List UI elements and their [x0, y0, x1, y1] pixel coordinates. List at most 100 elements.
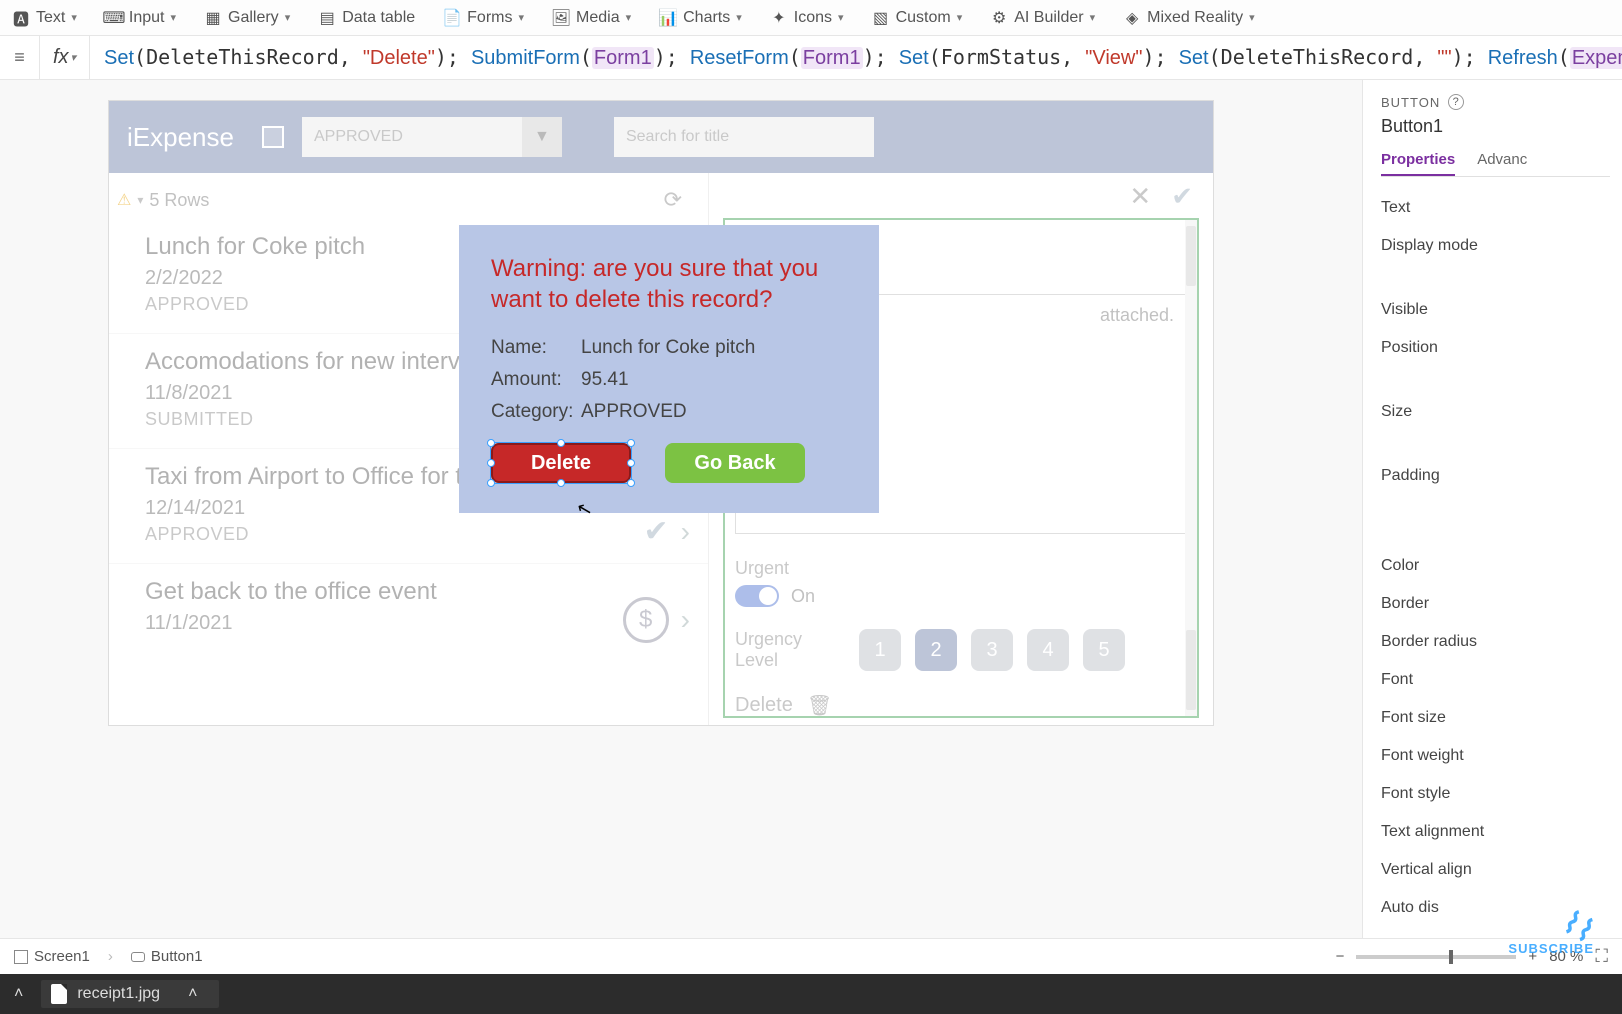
ribbon-forms[interactable]: 📄Forms▾: [443, 9, 524, 27]
properties-panel: BUTTON? Button1 Properties Advanc Text D…: [1362, 80, 1622, 938]
chevron-down-icon: ▾: [838, 11, 844, 24]
warning-text: Warning: are you sure that you want to d…: [491, 253, 847, 315]
prop-text[interactable]: Text: [1381, 189, 1610, 227]
prop-color[interactable]: Color: [1381, 547, 1610, 585]
scrollbar[interactable]: [1185, 220, 1197, 716]
ribbon-media[interactable]: 🖼Media▾: [552, 9, 631, 27]
charts-icon: 📊: [659, 9, 677, 27]
ribbon-custom[interactable]: ▧Custom▾: [872, 9, 963, 27]
delete-button[interactable]: Delete: [491, 443, 631, 483]
chevron-down-icon: ▾: [518, 11, 524, 24]
zoom-out-icon[interactable]: −: [1336, 948, 1345, 965]
ribbon-icons[interactable]: ✦Icons▾: [770, 9, 844, 27]
urgent-value: On: [791, 586, 815, 607]
breadcrumb-button[interactable]: Button1: [131, 948, 203, 965]
dollar-icon[interactable]: $: [623, 597, 669, 643]
urgent-label: Urgent: [735, 558, 1187, 579]
help-icon[interactable]: ?: [1448, 94, 1464, 110]
ribbon-charts[interactable]: 📊Charts▾: [659, 9, 742, 27]
name-value: Lunch for Coke pitch: [581, 337, 755, 359]
urgency-level-2[interactable]: 2: [915, 629, 957, 671]
urgency-level-5[interactable]: 5: [1083, 629, 1125, 671]
chevron-down-icon: ▾: [626, 11, 632, 24]
chevron-up-icon[interactable]: ˄: [188, 985, 197, 1003]
screen-icon: [14, 950, 28, 964]
taskbar: ˄ receipt1.jpg ˄: [0, 974, 1622, 1014]
rows-count: 5 Rows: [149, 190, 209, 211]
delete-confirm-dialog: Warning: are you sure that you want to d…: [459, 225, 879, 513]
check-icon[interactable]: ✔: [1171, 181, 1193, 212]
item-date: 11/1/2021: [145, 612, 690, 635]
chevron-down-icon: ▾: [71, 11, 77, 24]
amount-value: 95.41: [581, 369, 629, 391]
table-icon: ▤: [318, 9, 336, 27]
urgent-toggle[interactable]: [735, 585, 779, 607]
prop-size[interactable]: Size: [1381, 393, 1610, 431]
warning-icon: ⚠: [117, 190, 131, 210]
ribbon-mixed-reality[interactable]: ◈Mixed Reality▾: [1123, 9, 1255, 27]
delete-button-label: Delete: [531, 452, 591, 475]
text-icon: 🅰: [12, 9, 30, 27]
button-icon: [131, 952, 145, 962]
mr-icon: ◈: [1123, 9, 1141, 27]
chevron-down-icon: ▾: [957, 11, 963, 24]
prop-vertical-align[interactable]: Vertical align: [1381, 851, 1610, 889]
refresh-icon[interactable]: ⟳: [664, 187, 682, 213]
fx-label[interactable]: fx▾: [40, 36, 90, 79]
go-back-button-label: Go Back: [694, 452, 775, 475]
tab-advanced[interactable]: Advanc: [1477, 151, 1527, 176]
delete-label: Delete: [735, 694, 793, 717]
taskbar-file[interactable]: receipt1.jpg ˄: [41, 980, 219, 1008]
dropdown-value: APPROVED: [314, 128, 403, 146]
tab-properties[interactable]: Properties: [1381, 151, 1455, 176]
prop-border[interactable]: Border: [1381, 585, 1610, 623]
chevron-right-icon[interactable]: ›: [681, 516, 690, 548]
urgency-level-1[interactable]: 1: [859, 629, 901, 671]
formula-expand-icon[interactable]: ≡: [0, 36, 40, 79]
check-icon[interactable]: ✔: [644, 514, 669, 549]
urgency-level-3[interactable]: 3: [971, 629, 1013, 671]
urgency-label: Urgency Level: [735, 629, 845, 671]
chevron-right-icon[interactable]: ›: [681, 604, 690, 636]
object-name: Button1: [1381, 116, 1610, 137]
prop-padding[interactable]: Padding: [1381, 457, 1610, 495]
ribbon-gallery[interactable]: ▦Gallery▾: [204, 9, 290, 27]
fullscreen-icon[interactable]: ⛶: [1595, 946, 1608, 967]
status-dropdown[interactable]: APPROVED ▼: [302, 117, 562, 157]
prop-text-alignment[interactable]: Text alignment: [1381, 813, 1610, 851]
chevron-down-icon: ▾: [285, 11, 291, 24]
chevron-down-icon[interactable]: ▾: [137, 193, 143, 207]
prop-font-style[interactable]: Font style: [1381, 775, 1610, 813]
search-input[interactable]: Search for title: [614, 117, 874, 157]
prop-border-radius[interactable]: Border radius: [1381, 623, 1610, 661]
close-icon[interactable]: ✕: [1129, 181, 1151, 212]
chevron-down-icon[interactable]: ▼: [522, 117, 562, 157]
ribbon-input[interactable]: ⌨Input▾: [105, 9, 176, 27]
chevron-down-icon: ▾: [71, 51, 77, 64]
item-status: APPROVED: [145, 524, 690, 545]
breadcrumb-bar: Screen1 › Button1 − + 80 % ⛶: [0, 938, 1622, 974]
prop-position[interactable]: Position: [1381, 329, 1610, 367]
chevron-up-icon[interactable]: ˄: [14, 985, 23, 1003]
zoom-slider[interactable]: [1356, 955, 1516, 959]
name-label: Name:: [491, 337, 581, 359]
prop-font[interactable]: Font: [1381, 661, 1610, 699]
forms-icon: 📄: [443, 9, 461, 27]
go-back-button[interactable]: Go Back: [665, 443, 805, 483]
list-item[interactable]: Get back to the office event 11/1/2021 $…: [109, 564, 708, 657]
ribbon-ai-builder[interactable]: ⚙AI Builder▾: [990, 9, 1095, 27]
formula-input[interactable]: Set(DeleteThisRecord, "Delete"); SubmitF…: [90, 45, 1622, 70]
icons-icon: ✦: [770, 9, 788, 27]
prop-display-mode[interactable]: Display mode: [1381, 227, 1610, 265]
prop-visible[interactable]: Visible: [1381, 291, 1610, 329]
breadcrumb-screen[interactable]: Screen1: [14, 948, 90, 965]
ribbon-text[interactable]: 🅰Text▾: [12, 9, 77, 27]
ribbon-data-table[interactable]: ▤Data table: [318, 9, 415, 27]
app-canvas: iExpense APPROVED ▼ Search for title ⚠ ▾…: [108, 100, 1214, 726]
prop-font-size[interactable]: Font size: [1381, 699, 1610, 737]
gallery-icon: ▦: [204, 9, 222, 27]
filter-checkbox[interactable]: [262, 126, 284, 148]
urgency-level-4[interactable]: 4: [1027, 629, 1069, 671]
prop-font-weight[interactable]: Font weight: [1381, 737, 1610, 775]
trash-icon[interactable]: 🗑: [807, 693, 832, 718]
